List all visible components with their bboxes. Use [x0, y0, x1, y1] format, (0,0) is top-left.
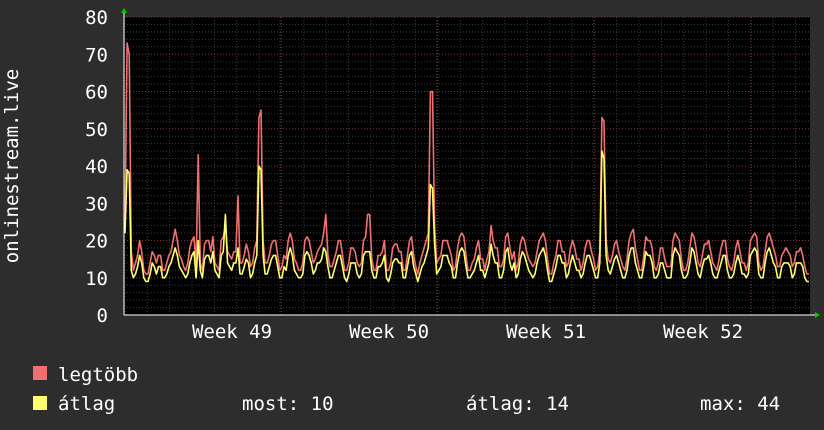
- x-tick-labels: Week 49 Week 50 Week 51 Week 52: [192, 321, 743, 343]
- y-tick-label: 20: [85, 231, 108, 253]
- legend-label-atlag: átlag: [58, 393, 115, 415]
- x-axis-arrow-icon: [815, 312, 820, 318]
- stat-max: max: 44: [700, 393, 780, 415]
- y-tick-labels: 0 10 20 30 40 50 60 70 80: [85, 7, 108, 327]
- stat-atlag: átlag: 14: [466, 393, 569, 415]
- y-tick-label: 30: [85, 193, 108, 215]
- legend-swatch-legtobb: [33, 366, 47, 380]
- y-tick-label: 70: [85, 44, 108, 66]
- x-tick-label: Week 51: [506, 321, 586, 343]
- legend-swatch-atlag: [33, 396, 47, 410]
- x-tick-label: Week 52: [663, 321, 743, 343]
- y-tick-label: 50: [85, 119, 108, 141]
- chart-svg: 01020304050607080 Week 49 Week 50 Week 51 W…: [1, 7, 820, 415]
- legend-label-legtobb: legtöbb: [58, 364, 138, 386]
- x-tick-label: Week 50: [349, 321, 429, 343]
- y-tick-label: 80: [85, 7, 108, 29]
- rrd-graph: 0 10 20 30 40 50 60 70 80 Week 49 Week 50 Week 51 W…: [0, 0, 824, 430]
- stat-most: most: 10: [242, 393, 334, 415]
- y-axis-arrow-icon: [121, 8, 127, 13]
- y-tick-label: 60: [85, 82, 108, 104]
- x-tick-label: Week 49: [192, 321, 272, 343]
- y-tick-label: 10: [85, 268, 108, 290]
- y-tick-label: 40: [85, 156, 108, 178]
- y-tick-label: 0: [97, 305, 108, 327]
- y-axis-label: onlinestream.live: [1, 69, 23, 263]
